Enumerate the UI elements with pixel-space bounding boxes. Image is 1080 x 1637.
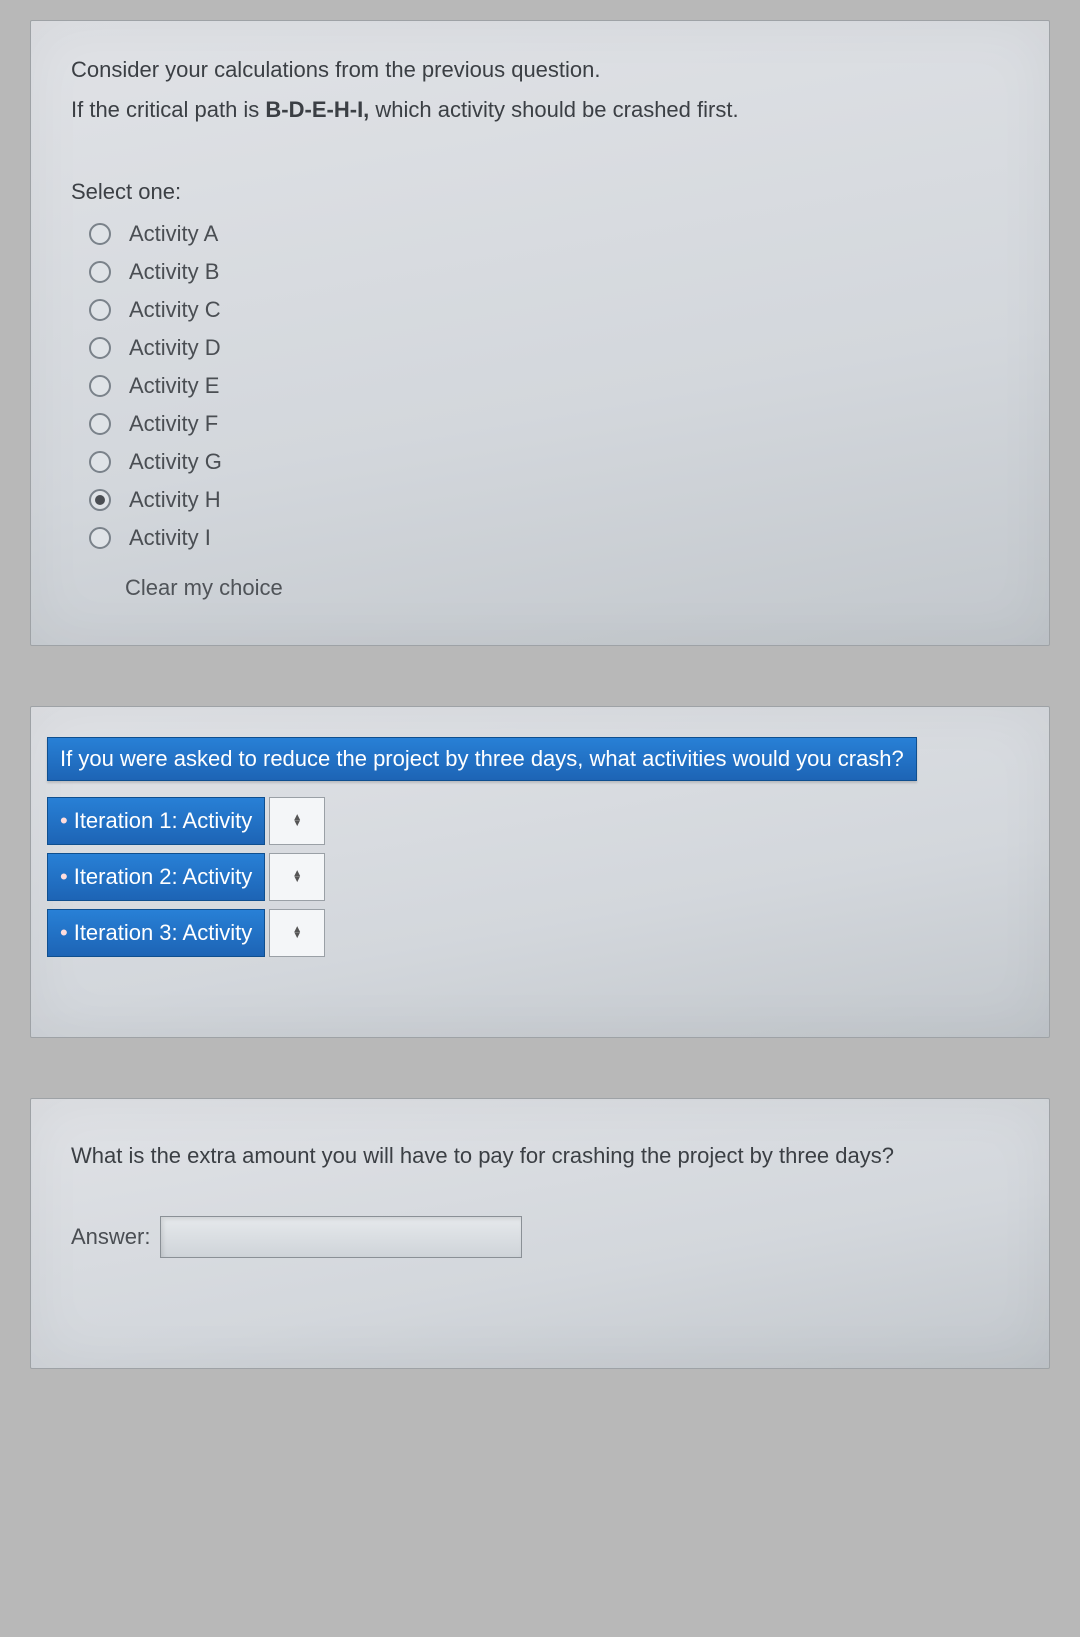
option-row[interactable]: Activity I [89,519,1009,557]
chevron-updown-icon: ▲▼ [292,927,302,939]
answer-input[interactable] [160,1216,522,1258]
radio-icon[interactable] [89,375,111,397]
select-one-label: Select one: [71,179,1009,205]
radio-icon[interactable] [89,261,111,283]
iterations-list: Iteration 1: Activity▲▼Iteration 2: Acti… [47,797,1033,957]
q1-line2-post: which activity should be crashed first. [369,97,738,122]
q2-prompt: If you were asked to reduce the project … [47,737,917,781]
clear-choice-link[interactable]: Clear my choice [125,575,1009,601]
iteration-row: Iteration 1: Activity ▲▼ [47,797,1033,845]
option-label: Activity I [129,525,211,551]
iteration-select[interactable]: ▲▼ [269,797,325,845]
q1-line2: If the critical path is B-D-E-H-I, which… [71,93,1009,127]
question-2-card: If you were asked to reduce the project … [30,706,1050,1038]
option-label: Activity A [129,221,218,247]
iteration-label: Iteration 1: Activity [47,797,265,845]
option-row[interactable]: Activity F [89,405,1009,443]
option-label: Activity E [129,373,219,399]
answer-label: Answer: [71,1224,150,1250]
iteration-label: Iteration 2: Activity [47,853,265,901]
radio-icon[interactable] [89,527,111,549]
radio-icon[interactable] [89,489,111,511]
radio-icon[interactable] [89,299,111,321]
radio-icon[interactable] [89,413,111,435]
iteration-row: Iteration 3: Activity ▲▼ [47,909,1033,957]
q3-prompt: What is the extra amount you will have t… [71,1139,1009,1172]
chevron-updown-icon: ▲▼ [292,871,302,883]
q1-line1: Consider your calculations from the prev… [71,53,1009,87]
radio-icon[interactable] [89,223,111,245]
question-1-card: Consider your calculations from the prev… [30,20,1050,646]
chevron-updown-icon: ▲▼ [292,815,302,827]
radio-icon[interactable] [89,451,111,473]
question-1-stem: Consider your calculations from the prev… [71,53,1009,127]
option-row[interactable]: Activity C [89,291,1009,329]
options-list: Activity A Activity B Activity C Activity D… [89,215,1009,557]
question-3-card: What is the extra amount you will have t… [30,1098,1050,1369]
option-row[interactable]: Activity H [89,481,1009,519]
option-label: Activity B [129,259,219,285]
option-row[interactable]: Activity G [89,443,1009,481]
option-row[interactable]: Activity D [89,329,1009,367]
option-label: Activity G [129,449,222,475]
option-row[interactable]: Activity B [89,253,1009,291]
option-label: Activity H [129,487,221,513]
iteration-label: Iteration 3: Activity [47,909,265,957]
q1-line2-pre: If the critical path is [71,97,265,122]
option-row[interactable]: Activity A [89,215,1009,253]
answer-row: Answer: [71,1216,1009,1258]
option-row[interactable]: Activity E [89,367,1009,405]
iteration-select[interactable]: ▲▼ [269,853,325,901]
option-label: Activity F [129,411,218,437]
iteration-select[interactable]: ▲▼ [269,909,325,957]
iteration-row: Iteration 2: Activity ▲▼ [47,853,1033,901]
radio-icon[interactable] [89,337,111,359]
option-label: Activity D [129,335,221,361]
q1-critical-path: B-D-E-H-I, [265,97,369,122]
option-label: Activity C [129,297,221,323]
